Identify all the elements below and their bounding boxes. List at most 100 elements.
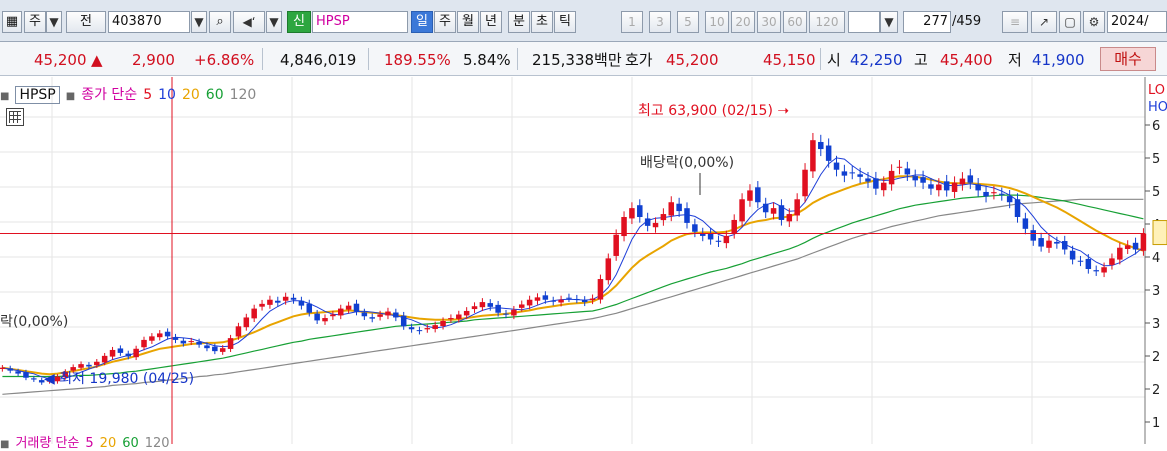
candle-body bbox=[1038, 238, 1044, 247]
candle-body bbox=[322, 318, 328, 322]
legend-ma120[interactable]: 120 bbox=[230, 87, 257, 103]
speaker-icon[interactable]: ◀‘ bbox=[233, 11, 265, 33]
market-select[interactable]: 주 bbox=[24, 11, 46, 33]
candle-body bbox=[912, 176, 918, 181]
interval-60[interactable]: 60 bbox=[783, 11, 807, 33]
interval-5[interactable]: 5 bbox=[677, 11, 699, 33]
candle-body bbox=[251, 308, 257, 319]
interval-3[interactable]: 3 bbox=[649, 11, 671, 33]
candle-body bbox=[644, 218, 651, 226]
candle-body bbox=[1022, 218, 1029, 229]
candle-body bbox=[204, 345, 210, 349]
candle-body bbox=[369, 317, 375, 319]
calculator-icon[interactable] bbox=[6, 108, 24, 126]
interval-1[interactable]: 1 bbox=[621, 11, 643, 33]
candle-body bbox=[172, 337, 179, 340]
divider bbox=[262, 48, 263, 70]
candle-body bbox=[684, 208, 690, 223]
candle-body bbox=[723, 235, 730, 244]
tab-minute[interactable]: 분 bbox=[508, 11, 530, 33]
legend-ma5[interactable]: 5 bbox=[143, 87, 152, 103]
candle-body bbox=[385, 311, 391, 316]
candle-body bbox=[605, 258, 612, 281]
prev-button[interactable]: 전 bbox=[66, 11, 106, 33]
candle-body bbox=[566, 297, 572, 299]
tab-tick[interactable]: 틱 bbox=[554, 11, 576, 33]
interval-10[interactable]: 10 bbox=[705, 11, 729, 33]
tab-second[interactable]: 초 bbox=[531, 11, 553, 33]
code-dropdown-icon[interactable]: ▼ bbox=[191, 11, 207, 33]
legend-price-label[interactable]: 종가 단순 bbox=[81, 84, 137, 104]
trend-icon[interactable]: ↗ bbox=[1031, 11, 1057, 33]
price-chart-area[interactable]: 6554433221LOHO 최고 63,900 (02/15) ➝배당락(0,… bbox=[0, 77, 1167, 444]
candle-body bbox=[1069, 250, 1076, 260]
tab-week[interactable]: 주 bbox=[434, 11, 456, 33]
compare-icon[interactable]: ≡ bbox=[1002, 11, 1028, 33]
candle-body bbox=[235, 326, 242, 337]
candle-body bbox=[400, 315, 407, 327]
buy-button[interactable]: 매수 bbox=[1100, 47, 1156, 71]
legend-marker-icon: ■ bbox=[0, 439, 10, 450]
tab-year[interactable]: 년 bbox=[480, 11, 502, 33]
interval-30[interactable]: 30 bbox=[757, 11, 781, 33]
candle-body bbox=[78, 364, 84, 368]
quote-bar: 45,200 ▲ 2,900 +6.86% 4,846,019 189.55% … bbox=[0, 42, 1167, 76]
menu-icon[interactable]: ▦ bbox=[2, 11, 22, 33]
candle-body bbox=[668, 202, 675, 216]
candle-body bbox=[739, 199, 745, 222]
interval-20[interactable]: 20 bbox=[731, 11, 755, 33]
candle-body bbox=[692, 224, 698, 232]
candle-body bbox=[574, 298, 580, 300]
candle-body bbox=[841, 171, 848, 176]
page-total: /459 bbox=[952, 14, 982, 29]
date-input[interactable]: 2024/ bbox=[1107, 11, 1167, 33]
page-current-input[interactable]: 277 bbox=[903, 11, 951, 33]
candle-body bbox=[833, 162, 840, 170]
legend-ma60[interactable]: 60 bbox=[206, 87, 224, 103]
legend-ma10[interactable]: 10 bbox=[158, 87, 176, 103]
candle-body bbox=[1124, 245, 1131, 249]
candle-body bbox=[1093, 270, 1099, 272]
candle-body bbox=[70, 367, 76, 371]
divider bbox=[820, 48, 821, 70]
ask-price-2: 45,150 bbox=[763, 51, 816, 69]
right-axis-tick-label: 3 bbox=[1152, 284, 1160, 299]
search-icon[interactable]: ⌕ bbox=[209, 11, 231, 33]
volume: 4,846,019 bbox=[280, 51, 357, 69]
candle-body bbox=[1006, 196, 1013, 203]
candle-body bbox=[440, 321, 446, 327]
interval-120[interactable]: 120 bbox=[809, 11, 845, 33]
stock-code-input[interactable]: 403870 bbox=[108, 11, 190, 33]
candle-body bbox=[762, 203, 769, 213]
speaker-dropdown-icon[interactable]: ▼ bbox=[266, 11, 282, 33]
tab-day[interactable]: 일 bbox=[411, 11, 433, 33]
ask-label: 호가 bbox=[625, 51, 653, 69]
right-axis-tick-label: 2 bbox=[1152, 383, 1160, 398]
change-percent: +6.86% bbox=[194, 51, 255, 69]
settings-gear-icon[interactable]: ⚙ bbox=[1083, 11, 1105, 33]
chart-toolbar: ▦ 주 ▼ 전 403870 ▼ ⌕ ◀‘ ▼ 신 HPSP 일 주 월 년 분… bbox=[0, 0, 1167, 42]
candle-body bbox=[731, 219, 737, 234]
legend-symbol[interactable]: HPSP bbox=[15, 86, 60, 104]
interval-dropdown-icon[interactable]: ▼ bbox=[880, 11, 898, 33]
candle-body bbox=[86, 364, 92, 367]
candle-body bbox=[290, 297, 297, 300]
tab-month[interactable]: 월 bbox=[457, 11, 479, 33]
legend-ma20[interactable]: 20 bbox=[182, 87, 200, 103]
market-dropdown-icon[interactable]: ▼ bbox=[46, 11, 62, 33]
candle-body bbox=[282, 296, 289, 301]
open-label: 시 bbox=[827, 51, 841, 69]
candle-body bbox=[637, 205, 643, 217]
price-chart[interactable]: 6554433221LOHO 최고 63,900 (02/15) ➝배당락(0,… bbox=[0, 77, 1167, 444]
candle-body bbox=[345, 305, 352, 310]
save-icon[interactable]: ▢ bbox=[1059, 11, 1081, 33]
interval-custom-input[interactable] bbox=[848, 11, 880, 33]
candle-body bbox=[180, 340, 187, 344]
current-price: 45,200 bbox=[34, 51, 87, 69]
candle-body bbox=[23, 372, 29, 378]
candle-body bbox=[314, 313, 320, 321]
right-axis-tick-label: 1 bbox=[1152, 416, 1160, 431]
candle-body bbox=[1061, 241, 1068, 250]
candle-body bbox=[794, 199, 800, 216]
candle-body bbox=[888, 170, 895, 185]
